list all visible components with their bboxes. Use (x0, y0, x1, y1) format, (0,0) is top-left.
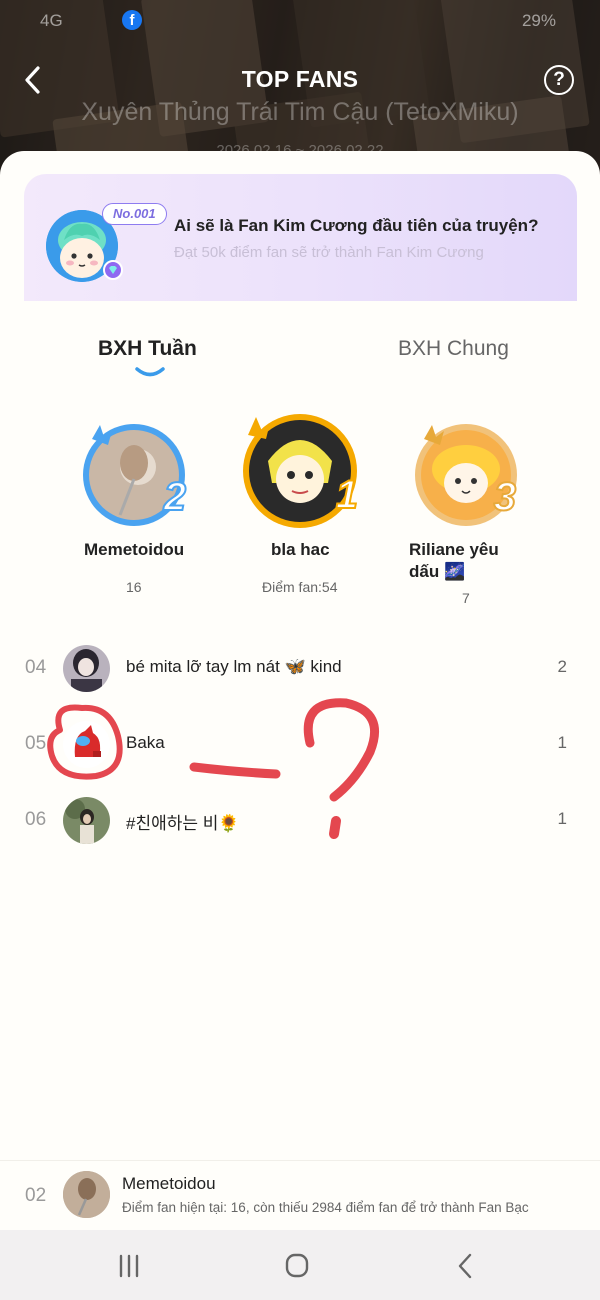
podium-first-name: bla hac (271, 540, 330, 559)
podium-second-name: Memetoidou (84, 540, 185, 559)
list-item[interactable]: 05 Baka 1 (0, 715, 600, 775)
top-bar: TOP FANS ? (0, 58, 600, 102)
fan-score: 2 (557, 657, 567, 676)
podium-third-name-line1: Riliane yêu (409, 540, 499, 559)
recent-apps-button[interactable] (109, 1250, 149, 1282)
my-rank-bar[interactable]: 02 Memetoidou Điểm fan hiện tại: 16, còn… (0, 1160, 600, 1228)
banner-subtitle: Đạt 50k điểm fan sẽ trở thành Fan Kim Cư… (174, 244, 484, 261)
banner-title: Ai sẽ là Fan Kim Cương đầu tiên của truy… (174, 216, 539, 235)
fan-name: bé mita lỡ tay lm nát 🦋 kind (126, 657, 342, 676)
rank-tag: No.001 (102, 203, 167, 225)
my-progress-message: Điểm fan hiện tại: 16, còn thiếu 2984 đi… (122, 1200, 529, 1215)
rank-number: 06 (25, 809, 47, 830)
active-tab-indicator (135, 367, 165, 377)
fan-name: #친애하는 비🌻 (126, 814, 240, 833)
system-back-button[interactable] (446, 1250, 486, 1282)
podium-first[interactable]: 1 (240, 409, 360, 531)
podium-first-score: Điểm fan:54 (262, 579, 338, 595)
podium-third-score: 7 (462, 590, 470, 606)
rank-badge-1: 1 (335, 472, 359, 518)
story-title: Xuyên Thủng Trái Tim Cậu (TetoXMiku) (81, 98, 519, 126)
my-avatar (63, 1171, 110, 1218)
fan-score: 1 (557, 809, 567, 828)
tab-weekly[interactable]: BXH Tuần (98, 337, 197, 361)
home-button[interactable] (277, 1250, 317, 1282)
diamond-icon (103, 260, 123, 280)
podium-third-name-line2: dấu 🌌 (409, 562, 466, 581)
avatar (63, 645, 110, 692)
status-bar: 4G f 29% (0, 8, 600, 34)
my-rank-number: 02 (25, 1185, 47, 1206)
list-item[interactable]: 06 #친애하는 비🌻 1 (0, 791, 600, 851)
leaderboard-sheet: No.001 Ai sẽ là Fan Kim Cương đầu tiên c… (0, 151, 600, 1231)
battery-level: 29% (521, 11, 556, 30)
ranking-tabs: BXH Tuần BXH Chung (0, 337, 600, 387)
back-icon (458, 1253, 472, 1279)
podium-second-score: 16 (126, 579, 142, 595)
home-icon (285, 1253, 309, 1278)
avatar (63, 797, 110, 844)
avatar (63, 721, 110, 768)
recent-apps-icon (119, 1254, 139, 1278)
facebook-icon: f (122, 10, 142, 30)
tab-overall[interactable]: BXH Chung (398, 337, 509, 361)
rank-number: 05 (25, 733, 47, 754)
my-name: Memetoidou (122, 1174, 216, 1193)
podium-third[interactable]: 3 (410, 419, 522, 529)
help-button[interactable]: ? (544, 65, 574, 95)
podium-second[interactable]: 2 (78, 419, 190, 529)
diamond-fan-banner[interactable]: No.001 Ai sẽ là Fan Kim Cương đầu tiên c… (24, 174, 577, 301)
fan-score: 1 (557, 733, 567, 752)
rank-badge-3: 3 (493, 474, 517, 520)
rank-number: 04 (25, 657, 47, 678)
page-title: TOP FANS (241, 66, 359, 92)
fan-name: Baka (126, 733, 165, 752)
system-navigation-bar (0, 1230, 600, 1300)
signal-indicator: 4G (40, 11, 63, 30)
list-item[interactable]: 04 bé mita lỡ tay lm nát 🦋 kind 2 (0, 639, 600, 699)
rank-badge-2: 2 (163, 474, 187, 520)
